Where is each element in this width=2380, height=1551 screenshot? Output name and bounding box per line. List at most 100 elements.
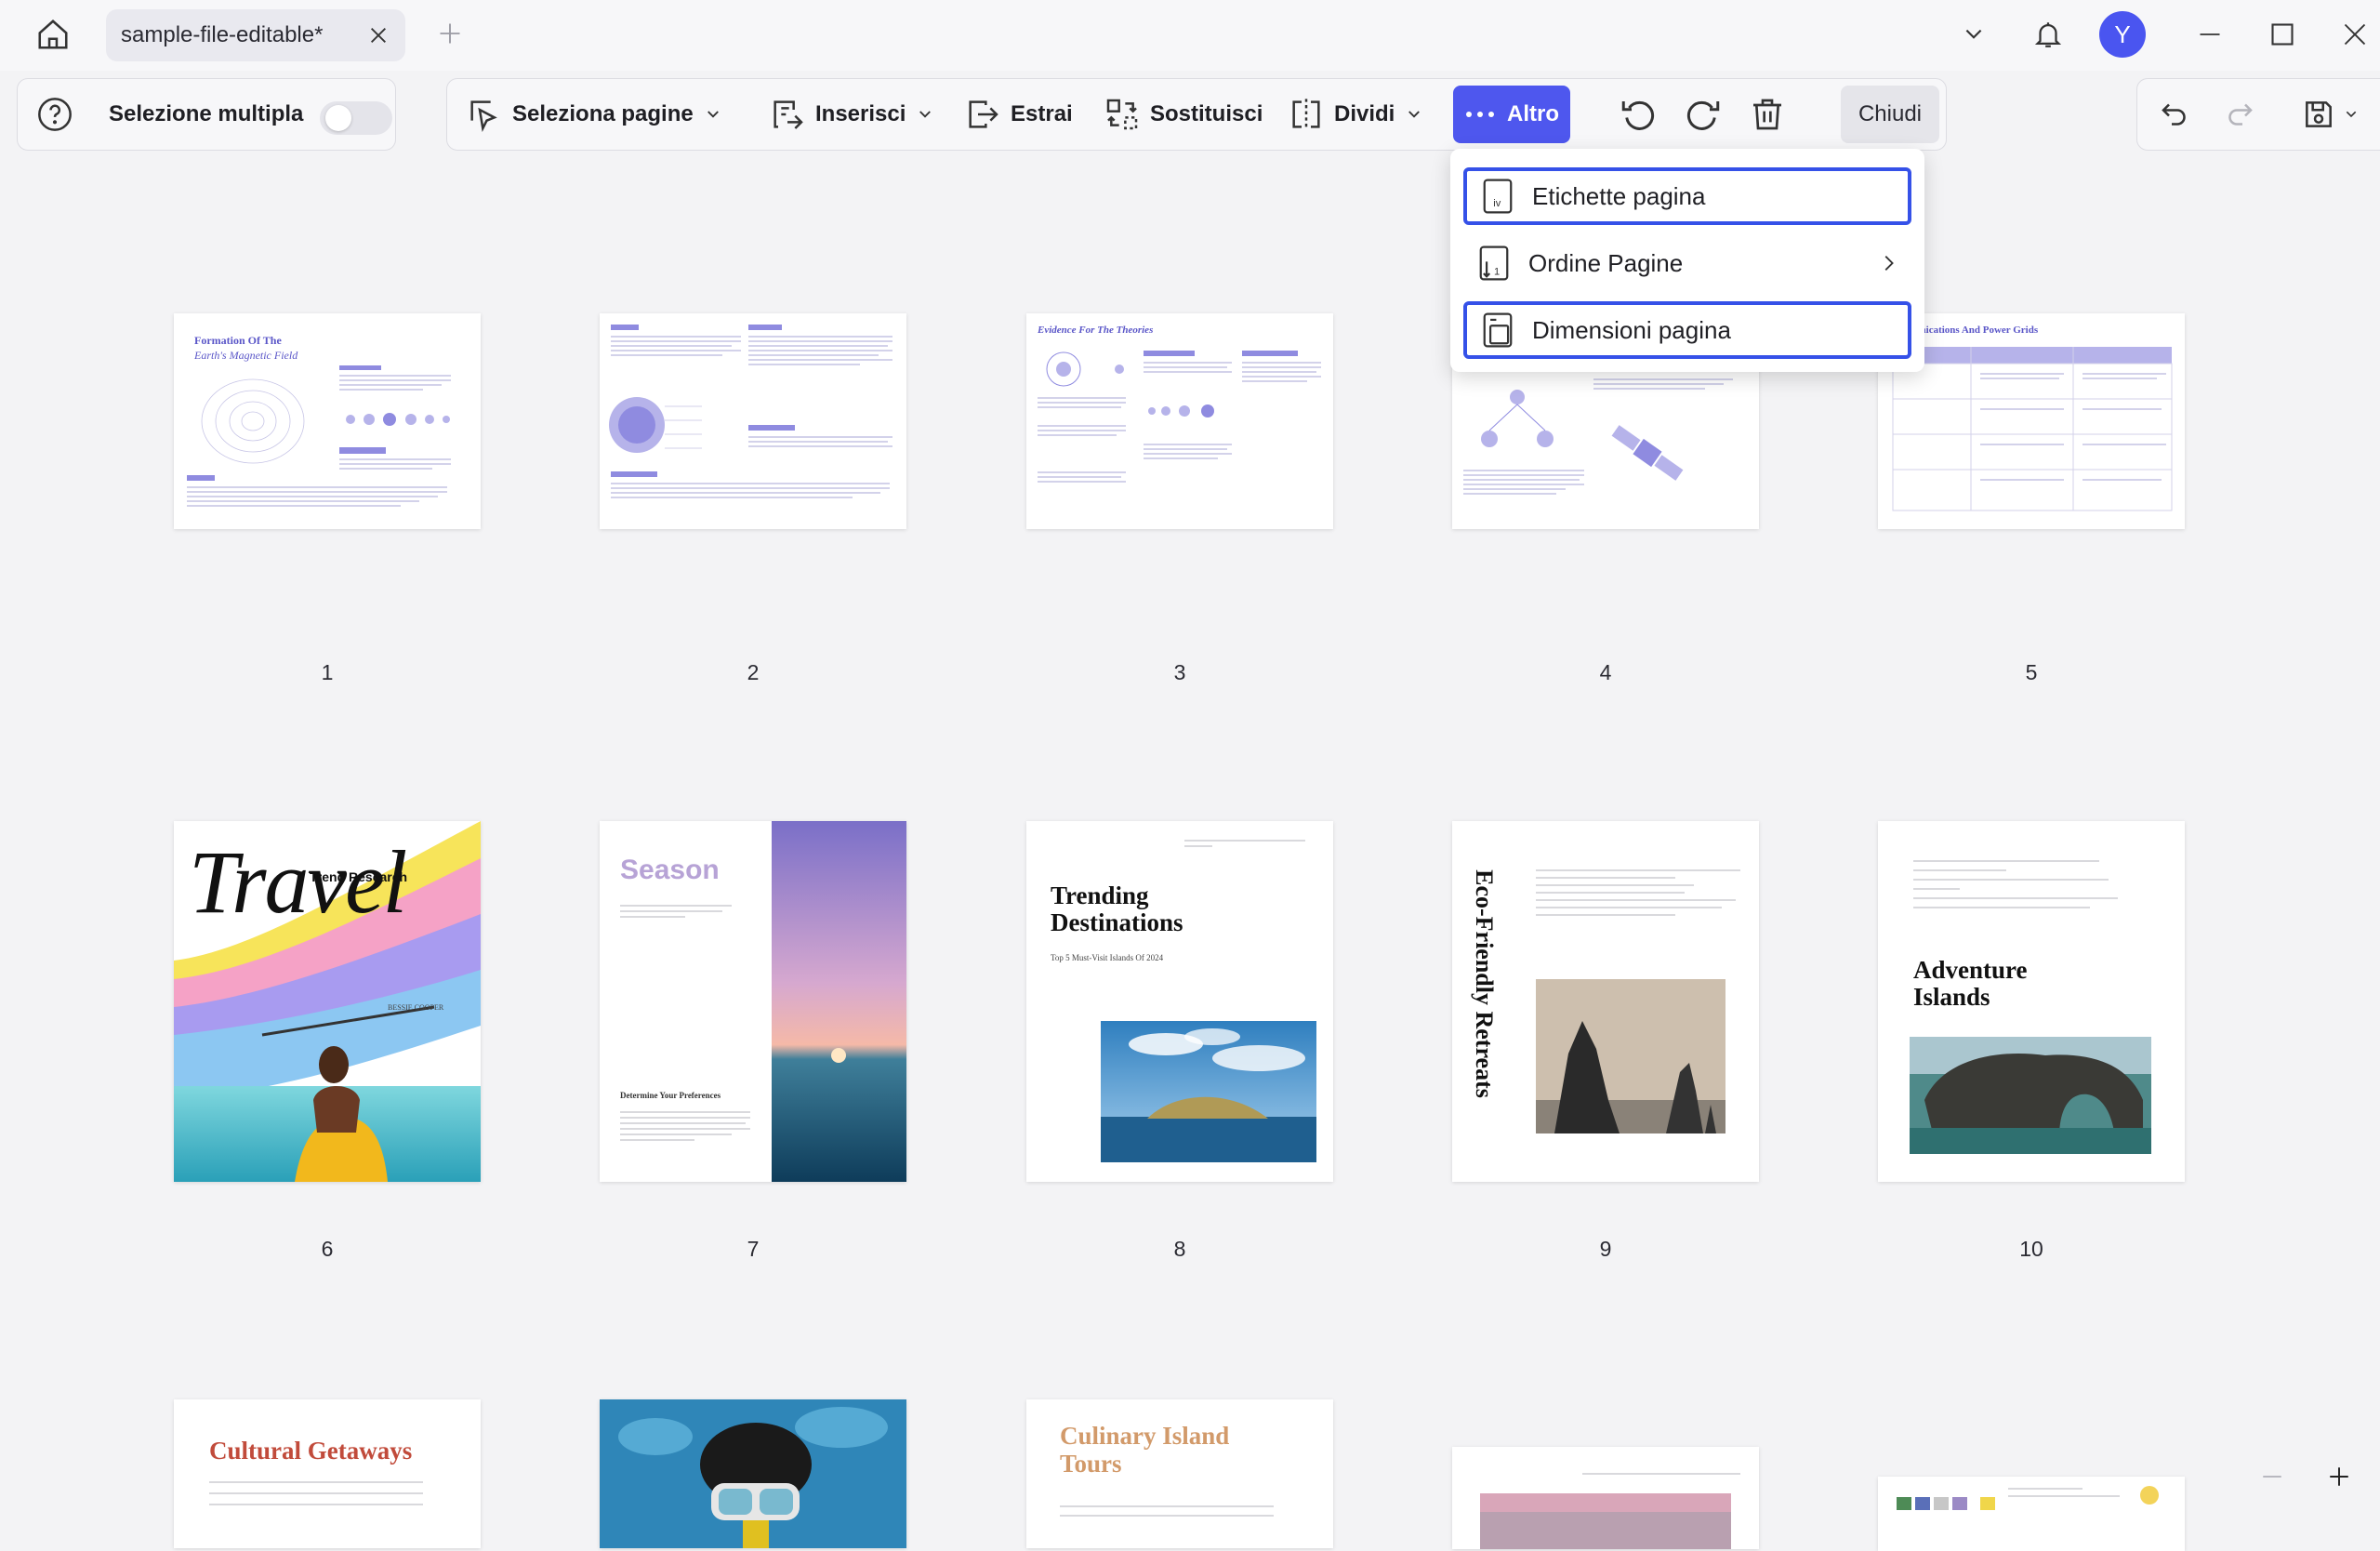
split-button[interactable]: Dividi [1288, 79, 1422, 150]
page-thumbnail-9[interactable]: Eco-Friendly Retreats [1452, 821, 1759, 1182]
maximize-button[interactable] [2259, 11, 2306, 58]
rotate-right-button[interactable] [1684, 79, 1723, 150]
page-1-title: Formation Of The [194, 334, 282, 347]
redo-button[interactable] [2223, 79, 2256, 150]
page-number-4: 4 [1599, 660, 1612, 684]
minimize-icon [2200, 33, 2220, 35]
close-icon [371, 28, 386, 43]
home-icon [38, 20, 68, 49]
help-button[interactable] [36, 79, 73, 150]
page-thumbnail-12[interactable] [600, 1399, 906, 1548]
page-11-text-lines [209, 1481, 423, 1505]
chevron-down-icon [2346, 111, 2357, 118]
close-tools-button[interactable]: Chiudi [1841, 86, 1939, 143]
page-3-title: Evidence For The Theories [1038, 325, 1154, 336]
replace-button[interactable]: Sostituisci [1104, 79, 1263, 150]
page-7-title: Season [620, 855, 720, 885]
plus-icon [2330, 1467, 2348, 1486]
page-1-content [187, 365, 451, 507]
page-label-icon: iv [1483, 179, 1513, 214]
page-1-subtitle: Earth's Magnetic Field [194, 349, 298, 362]
page-thumbnail-14[interactable] [1452, 1447, 1759, 1549]
history-group [2136, 78, 2380, 151]
document-tab[interactable]: sample-file-editable* [106, 9, 405, 61]
page-8-island-photo [1101, 840, 1316, 1162]
page-thumbnail-7[interactable]: Season Determine Your Preferences [600, 821, 906, 1182]
more-label: Altro [1507, 101, 1559, 126]
home-button[interactable] [30, 13, 76, 56]
page-7-subtitle: Determine Your Preferences [620, 1091, 721, 1100]
extract-icon [969, 100, 998, 128]
close-window-button[interactable] [2332, 11, 2378, 58]
svg-text:1: 1 [1494, 267, 1500, 278]
undo-button[interactable] [2158, 79, 2191, 150]
menu-item-label: Dimensioni pagina [1532, 315, 1731, 344]
chevron-down-icon [707, 111, 719, 118]
insert-button[interactable]: Inserisci [769, 79, 933, 150]
page-number-9: 9 [1599, 1237, 1612, 1261]
insert-label: Inserisci [815, 101, 906, 126]
multi-select-toggle[interactable] [320, 101, 392, 135]
page-number-10: 10 [2019, 1237, 2043, 1261]
select-pages-button[interactable]: Seleziona pagine [466, 79, 721, 150]
tab-close-button[interactable] [359, 16, 398, 55]
page-thumbnail-6[interactable]: Travel Trend Research BESSIE COOPER [174, 821, 481, 1182]
extract-button[interactable]: Estrai [964, 79, 1073, 150]
menu-item-label: Ordine Pagine [1528, 248, 1684, 277]
svg-text:iv: iv [1493, 198, 1501, 209]
page-number-2: 2 [747, 660, 760, 684]
page-number-5: 5 [2025, 660, 2038, 684]
insert-icon [774, 100, 803, 129]
menu-item-label: Etichette pagina [1532, 181, 1706, 210]
page-thumbnail-10[interactable]: Adventure Islands [1878, 821, 2185, 1182]
trash-icon [1753, 99, 1781, 130]
close-icon [2344, 23, 2366, 46]
plus-icon [440, 23, 460, 44]
select-pages-icon [470, 100, 497, 132]
title-bar: sample-file-editable* Y [0, 0, 2380, 71]
delete-button[interactable] [1749, 79, 1786, 150]
save-button[interactable] [2301, 79, 2359, 150]
page-thumbnail-1[interactable]: Formation Of The Earth's Magnetic Field [174, 313, 481, 529]
undo-icon [2162, 103, 2186, 126]
zoom-out-button[interactable] [2254, 1458, 2291, 1495]
split-label: Dividi [1334, 101, 1395, 126]
more-button[interactable]: Altro [1453, 86, 1570, 143]
page-thumbnail-13[interactable]: Culinary Island Tours [1026, 1399, 1333, 1548]
select-pages-label: Seleziona pagine [512, 101, 694, 126]
page-thumbnail-8[interactable]: Trending Destinations Top 5 Must-Visit I… [1026, 821, 1333, 1182]
page-3-content [1038, 351, 1321, 483]
page-5-content [1892, 347, 2173, 511]
zoom-in-button[interactable] [2320, 1458, 2358, 1495]
menu-item-page-order[interactable]: 1 Ordine Pagine [1463, 234, 1911, 292]
page-13-text-lines [1060, 1505, 1274, 1517]
user-avatar[interactable]: Y [2099, 11, 2146, 58]
page-tools-group: Seleziona pagine Inserisci Estrai Sostit… [446, 78, 1947, 151]
rotate-left-button[interactable] [1619, 79, 1658, 150]
maximize-icon [2271, 23, 2294, 46]
tab-title: sample-file-editable* [121, 22, 324, 47]
rotate-left-icon [1621, 100, 1655, 130]
replace-label: Sostituisci [1150, 101, 1263, 126]
page-number-6: 6 [321, 1237, 334, 1261]
new-tab-button[interactable] [431, 15, 469, 52]
chevron-right-icon [1884, 256, 1894, 271]
page-thumbnail-11[interactable]: Cultural Getaways [174, 1399, 481, 1548]
notifications-button[interactable] [2025, 11, 2071, 58]
tab-list-button[interactable] [1950, 11, 1997, 58]
page-6-subtitle: Trend Research [310, 869, 408, 884]
extract-label: Estrai [1011, 101, 1073, 126]
replace-icon [1106, 99, 1138, 130]
menu-item-page-size[interactable]: Dimensioni pagina [1463, 301, 1911, 359]
menu-item-page-labels[interactable]: iv Etichette pagina [1463, 167, 1911, 225]
chevron-down-icon [1408, 111, 1421, 118]
page-thumbnail-15[interactable] [1878, 1477, 2185, 1551]
page-thumbnail-3[interactable]: Evidence For The Theories [1026, 313, 1333, 529]
minus-icon [2263, 1476, 2281, 1478]
multi-select-group: Selezione multipla [17, 78, 396, 151]
page-thumbnail-2[interactable] [600, 313, 906, 529]
chevron-down-icon [1965, 29, 1982, 39]
help-icon [38, 98, 72, 131]
save-icon [2306, 101, 2332, 127]
minimize-button[interactable] [2187, 11, 2233, 58]
